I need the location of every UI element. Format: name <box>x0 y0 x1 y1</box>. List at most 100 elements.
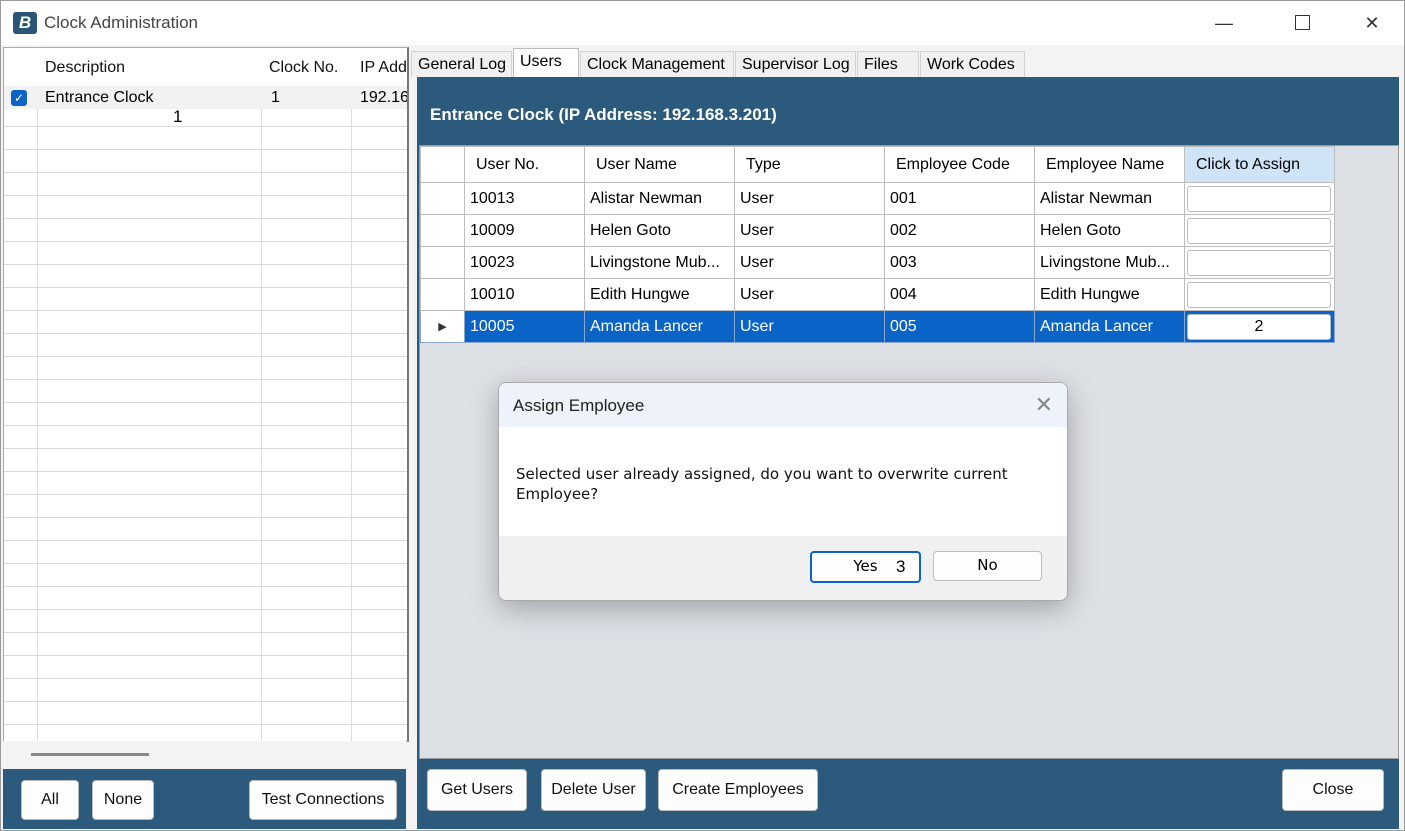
checkmark-icon: ✓ <box>13 91 25 105</box>
assign-button[interactable] <box>1187 249 1331 276</box>
table-row[interactable]: 10013 Alistar Newman User 001 Alistar Ne… <box>420 182 1335 215</box>
minimize-icon: — <box>1215 13 1233 33</box>
column-header-user-name[interactable]: User Name <box>584 146 735 183</box>
dialog-message: Selected user already assigned, do you w… <box>516 465 1008 503</box>
cell-click-to-assign: 2 <box>1184 310 1335 343</box>
cell-user-no[interactable]: 10010 <box>464 278 585 311</box>
assign-button[interactable] <box>1187 217 1331 244</box>
dialog-close-button[interactable]: ✕ <box>1035 392 1053 418</box>
cell-employee-name[interactable]: Edith Hungwe <box>1034 278 1185 311</box>
column-header-clock-no[interactable]: Clock No. <box>269 59 338 77</box>
cell-employee-code[interactable]: 004 <box>884 278 1035 311</box>
cell-user-name[interactable]: Amanda Lancer <box>584 310 735 343</box>
cell-employee-name[interactable]: Livingstone Mub... <box>1034 246 1185 279</box>
cell-employee-code[interactable]: 005 <box>884 310 1035 343</box>
cell-type[interactable]: User <box>734 182 885 215</box>
cell-click-to-assign <box>1184 278 1335 311</box>
dialog-title: Assign Employee <box>513 396 645 415</box>
assign-button[interactable] <box>1187 281 1331 308</box>
row-header[interactable] <box>420 246 465 279</box>
panel-title: Entrance Clock (IP Address: 192.168.3.20… <box>430 105 777 124</box>
table-row[interactable]: 10010 Edith Hungwe User 004 Edith Hungwe <box>420 278 1335 311</box>
column-header-user-no[interactable]: User No. <box>464 146 585 183</box>
maximize-icon <box>1294 15 1310 31</box>
tab-files[interactable]: Files <box>857 51 919 77</box>
row-pointer-icon: ▶ <box>438 321 447 333</box>
cell-user-no[interactable]: 10023 <box>464 246 585 279</box>
tab-strip: General Log Users Clock Management Super… <box>411 48 1401 79</box>
cell-click-to-assign <box>1184 182 1335 215</box>
table-row-selected[interactable]: ▶ 10005 Amanda Lancer User 005 Amanda La… <box>420 310 1335 343</box>
cell-employee-code[interactable]: 002 <box>884 214 1035 247</box>
tab-work-codes[interactable]: Work Codes <box>920 51 1025 77</box>
dialog-title-bar: Assign Employee ✕ <box>499 383 1067 427</box>
close-icon: ✕ <box>1364 13 1380 33</box>
cell-type[interactable]: User <box>734 278 885 311</box>
clocks-grid: Description Clock No. IP Add ✓ Entrance … <box>3 47 409 742</box>
test-connections-button[interactable]: Test Connections <box>249 780 397 820</box>
cell-user-no[interactable]: 10013 <box>464 182 585 215</box>
tab-general-log[interactable]: General Log <box>411 51 512 77</box>
column-header-description[interactable]: Description <box>45 59 125 77</box>
cell-user-no[interactable]: 10005 <box>464 310 585 343</box>
cell-user-name[interactable]: Alistar Newman <box>584 182 735 215</box>
app-logo-icon: B <box>13 12 37 34</box>
select-all-button[interactable]: All <box>21 780 79 820</box>
select-none-button[interactable]: None <box>92 780 154 820</box>
cell-type[interactable]: User <box>734 246 885 279</box>
dialog-button-bar: Yes 3 No <box>499 536 1067 600</box>
scrollbar-thumb[interactable] <box>31 753 149 756</box>
row-header[interactable]: ▶ <box>420 310 465 343</box>
column-header-click-to-assign[interactable]: Click to Assign <box>1184 146 1335 183</box>
close-window-button[interactable]: ✕ <box>1337 1 1404 45</box>
create-employees-button[interactable]: Create Employees <box>658 769 818 811</box>
cell-user-name[interactable]: Helen Goto <box>584 214 735 247</box>
clocks-grid-header: Description Clock No. IP Add <box>4 48 407 87</box>
title-bar: B Clock Administration — ✕ <box>1 1 1404 45</box>
get-users-button[interactable]: Get Users <box>427 769 527 811</box>
cell-employee-code[interactable]: 003 <box>884 246 1035 279</box>
clock-select-checkbox[interactable]: ✓ <box>11 90 27 106</box>
clock-ip: 192.16 <box>360 89 409 106</box>
assign-button[interactable] <box>1187 185 1331 212</box>
cell-click-to-assign <box>1184 214 1335 247</box>
grid-column-divider <box>351 48 352 741</box>
assign-button[interactable]: 2 <box>1187 313 1331 340</box>
close-button[interactable]: Close <box>1282 769 1384 811</box>
cell-user-no[interactable]: 10009 <box>464 214 585 247</box>
yes-button[interactable]: Yes 3 <box>810 551 921 583</box>
clocks-grid-horizontal-scrollbar[interactable] <box>3 741 406 769</box>
clock-row[interactable]: ✓ Entrance Clock 1 192.16 <box>4 86 407 109</box>
left-button-bar: All None Test Connections <box>3 769 406 829</box>
users-table: User No. User Name Type Employee Code Em… <box>420 146 1335 343</box>
tab-supervisor-log[interactable]: Supervisor Log <box>735 51 856 77</box>
cell-user-name[interactable]: Edith Hungwe <box>584 278 735 311</box>
cell-employee-name[interactable]: Helen Goto <box>1034 214 1185 247</box>
table-row[interactable]: 10023 Livingstone Mub... User 003 Living… <box>420 246 1335 279</box>
minimize-button[interactable]: — <box>1189 1 1259 45</box>
column-header-employee-code[interactable]: Employee Code <box>884 146 1035 183</box>
step-marker-3: 3 <box>896 557 906 576</box>
tab-clock-management[interactable]: Clock Management <box>580 51 734 77</box>
window-title: Clock Administration <box>44 13 199 32</box>
row-header[interactable] <box>420 182 465 215</box>
no-button[interactable]: No <box>933 551 1042 581</box>
cell-type[interactable]: User <box>734 214 885 247</box>
close-icon: ✕ <box>1034 392 1053 417</box>
tab-users[interactable]: Users <box>513 48 579 79</box>
table-row[interactable]: 10009 Helen Goto User 002 Helen Goto <box>420 214 1335 247</box>
cell-employee-name[interactable]: Amanda Lancer <box>1034 310 1185 343</box>
row-header[interactable] <box>420 214 465 247</box>
cell-employee-name[interactable]: Alistar Newman <box>1034 182 1185 215</box>
column-header-ip-address[interactable]: IP Add <box>360 59 407 77</box>
cell-click-to-assign <box>1184 246 1335 279</box>
row-header[interactable] <box>420 278 465 311</box>
delete-user-button[interactable]: Delete User <box>541 769 646 811</box>
cell-type[interactable]: User <box>734 310 885 343</box>
column-header-employee-name[interactable]: Employee Name <box>1034 146 1185 183</box>
cell-employee-code[interactable]: 001 <box>884 182 1035 215</box>
clock-description: Entrance Clock <box>45 89 154 106</box>
cell-user-name[interactable]: Livingstone Mub... <box>584 246 735 279</box>
column-header-type[interactable]: Type <box>734 146 885 183</box>
maximize-button[interactable] <box>1267 1 1337 45</box>
